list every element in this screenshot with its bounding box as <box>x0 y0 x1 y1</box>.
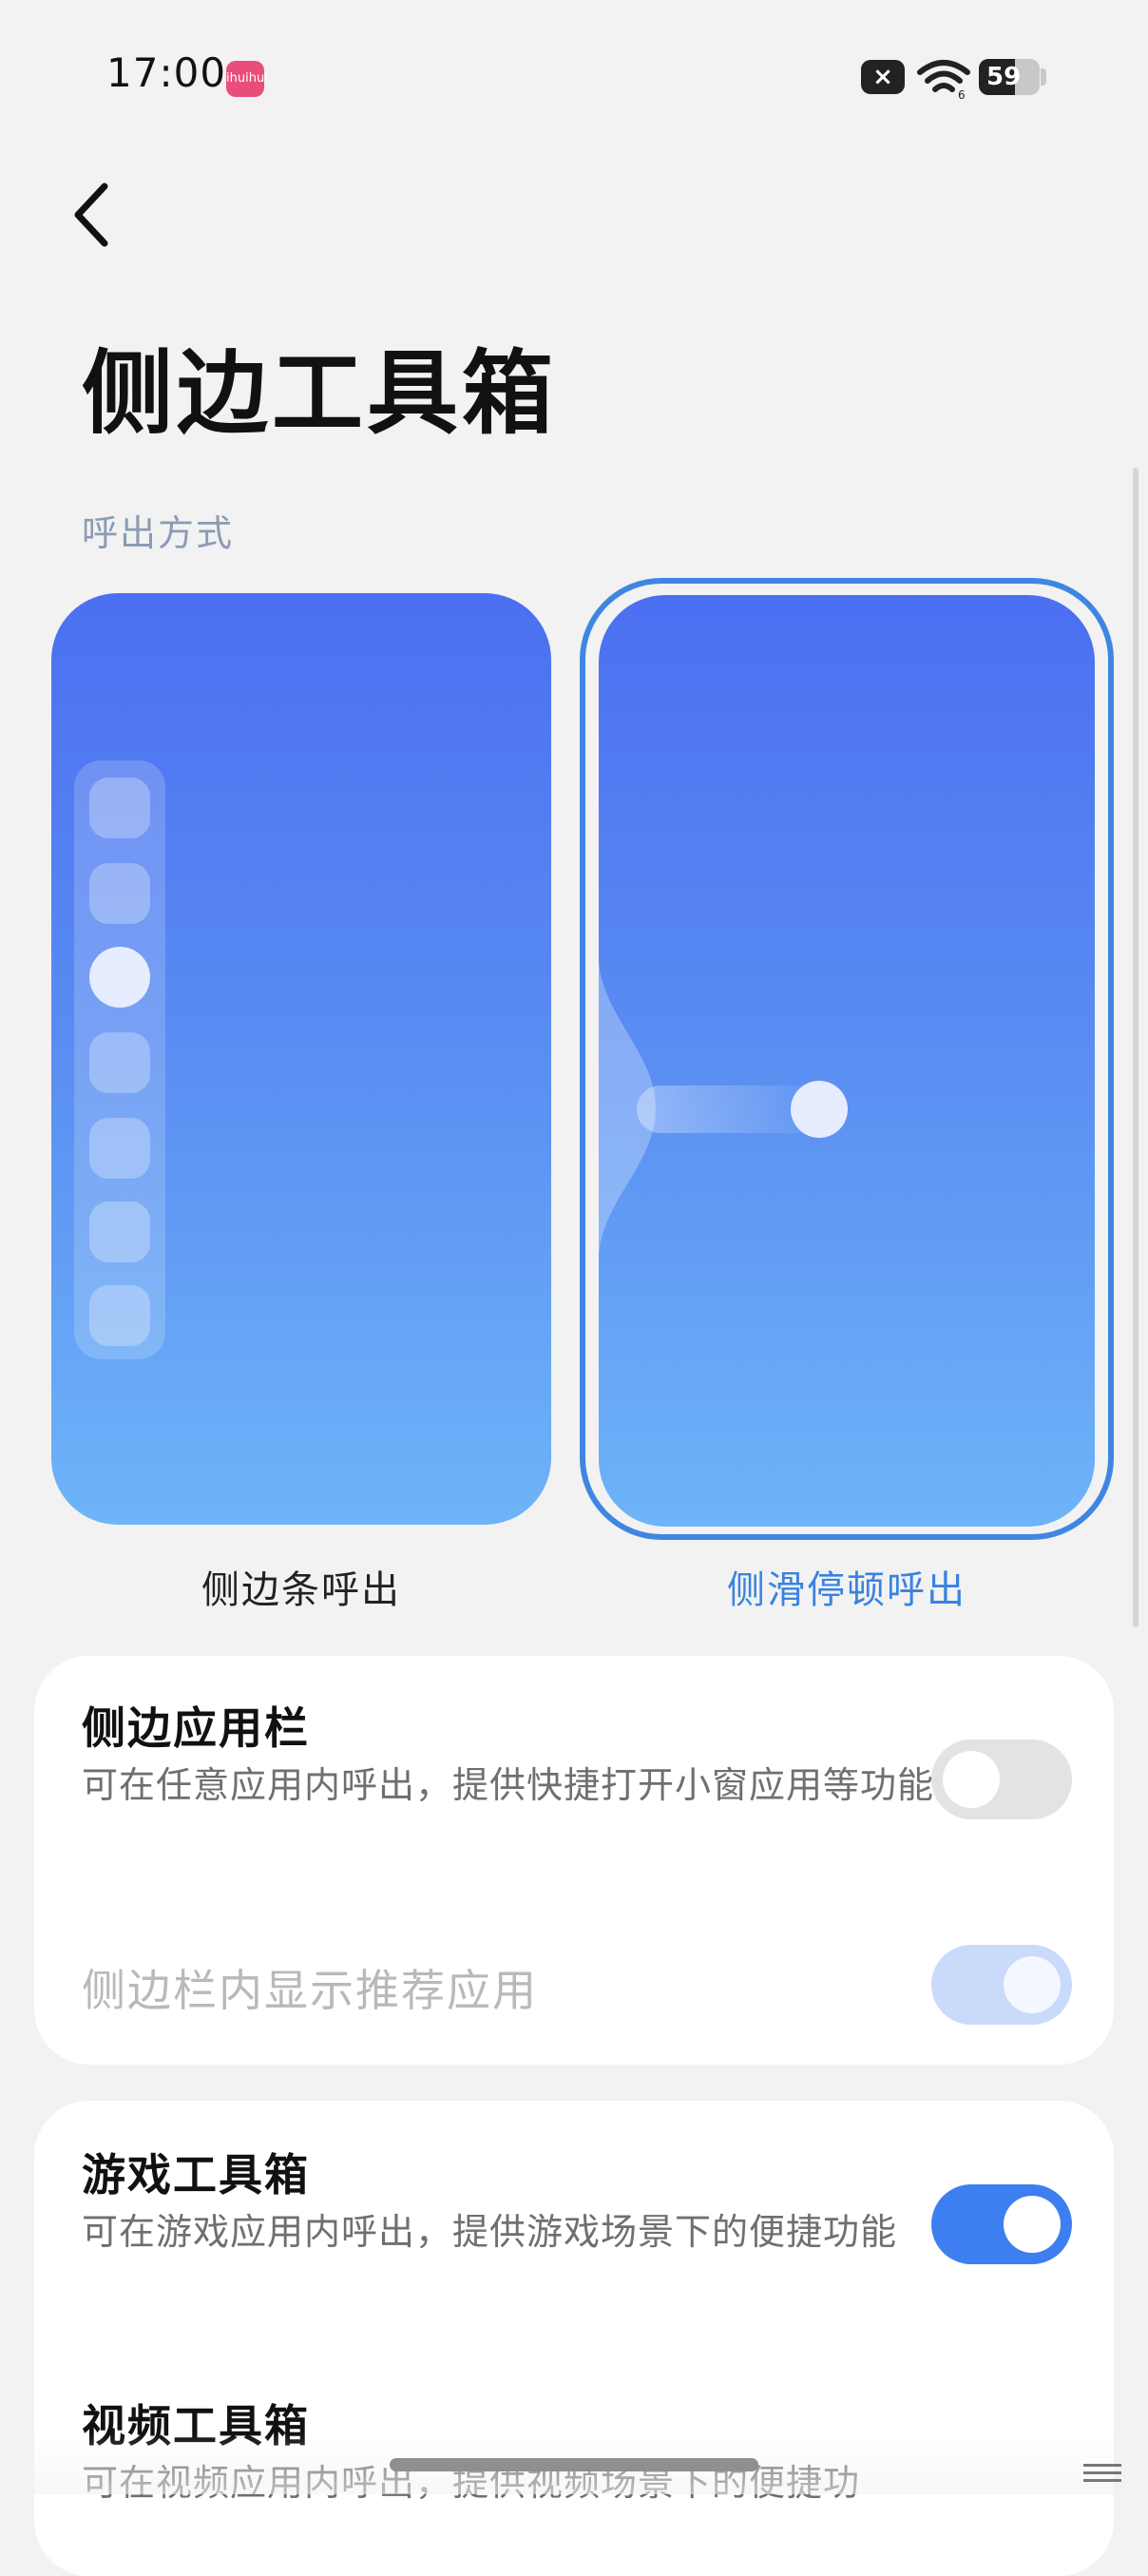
battery-tip <box>1041 68 1046 86</box>
status-bar: 17:00 ihuihui × 6 59 <box>0 0 1148 152</box>
sidebar-slot <box>89 1201 150 1262</box>
setting-title-sidebar-apps: 侧边应用栏 <box>82 1702 310 1754</box>
toggle-recommended-apps[interactable] <box>931 1945 1072 2025</box>
settings-group-toolboxes: 游戏工具箱 可在游戏应用内呼出，提供游戏场景下的便捷功能 视频工具箱 可在视频应… <box>34 2101 1114 2576</box>
toggle-knob <box>1004 2196 1061 2253</box>
back-button[interactable] <box>63 177 120 253</box>
sidebar-slot <box>89 778 150 838</box>
toggle-game-toolbox[interactable] <box>931 2184 1072 2264</box>
setting-desc-game-toolbox: 可在游戏应用内呼出，提供游戏场景下的便捷功能 <box>82 2211 898 2253</box>
settings-group-sidebar: 侧边应用栏 可在任意应用内呼出，提供快捷打开小窗应用等功能 侧边栏内显示推荐应用 <box>34 1656 1114 2065</box>
toggle-knob <box>1004 1956 1061 2013</box>
svg-text:6: 6 <box>958 88 966 99</box>
sidebar-strip-illustration <box>74 760 165 1359</box>
sidebar-slot-active <box>89 947 150 1008</box>
mode-label-sidebar-strip[interactable]: 侧边条呼出 <box>51 1559 551 1614</box>
mode-option-swipe-pause[interactable] <box>599 595 1095 1527</box>
mode-label-swipe-pause[interactable]: 侧滑停顿呼出 <box>599 1559 1095 1614</box>
menu-icon <box>1083 2464 1121 2482</box>
battery-level: 59 <box>986 63 1022 91</box>
setting-title-game-toolbox: 游戏工具箱 <box>82 2149 310 2201</box>
app-notification-icon: ihuihui <box>226 61 268 97</box>
sidebar-slot <box>89 1285 150 1346</box>
sidebar-slot <box>89 1032 150 1093</box>
setting-title-recommended-apps: 侧边栏内显示推荐应用 <box>82 1965 538 2016</box>
close-badge-icon: × <box>861 60 905 94</box>
sidebar-slot <box>89 1118 150 1179</box>
scrollbar[interactable] <box>1133 468 1138 1627</box>
section-label-invoke-mode: 呼出方式 <box>82 512 235 554</box>
battery-icon: 59 <box>979 59 1040 95</box>
page-title: 侧边工具箱 <box>82 340 557 447</box>
toggle-sidebar-apps[interactable] <box>931 1740 1072 1819</box>
setting-desc-sidebar-apps: 可在任意应用内呼出，提供快捷打开小窗应用等功能 <box>82 1764 935 1806</box>
wifi-icon: 6 <box>917 60 970 99</box>
status-time: 17:00 <box>106 49 227 96</box>
sidebar-slot <box>89 863 150 924</box>
toggle-knob <box>943 1751 1000 1808</box>
mode-option-sidebar-strip[interactable] <box>51 593 551 1525</box>
home-indicator[interactable] <box>390 2458 758 2471</box>
swipe-gesture-illustration <box>599 956 848 1260</box>
